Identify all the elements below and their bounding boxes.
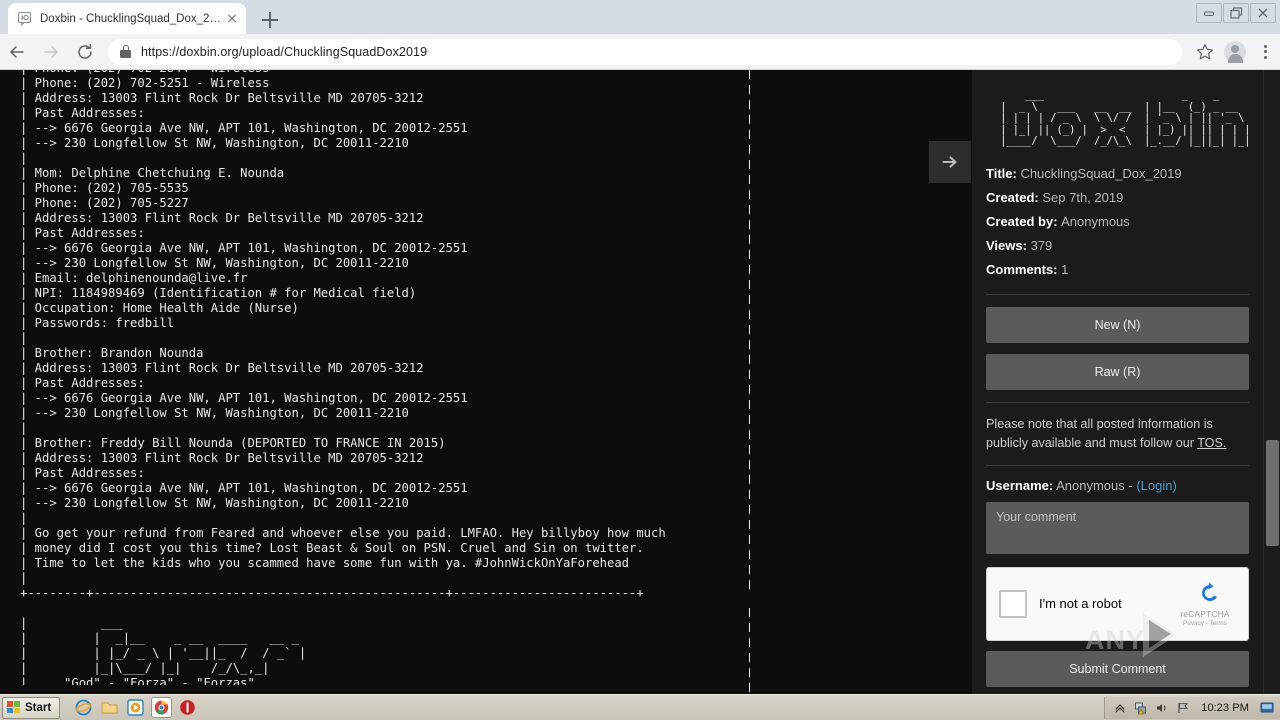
ascii-right-border-lower [749, 608, 750, 694]
new-tab-button[interactable] [256, 7, 284, 33]
metadata-row: Comments: 1 [986, 258, 1249, 282]
volume-icon[interactable] [1155, 701, 1169, 715]
recaptcha-brand: reCAPTCHA Privacy - Terms [1174, 581, 1236, 627]
start-label: Start [25, 701, 52, 714]
internet-explorer-icon[interactable] [74, 698, 93, 717]
forward-button[interactable] [34, 35, 68, 69]
bookmark-star-icon[interactable] [1190, 37, 1220, 67]
scroll-right-arrow-button[interactable] [929, 141, 971, 183]
metadata-row: Views: 379 [986, 234, 1249, 258]
page-viewport: | Phone: (202) 702-2844 - Wireless | Pho… [0, 70, 1280, 694]
window-controls [1196, 2, 1276, 24]
metadata-key: Title: [986, 165, 1021, 181]
metadata-row: Created by: Anonymous [986, 210, 1249, 234]
record-icon[interactable] [178, 698, 197, 717]
chrome-icon[interactable] [151, 697, 173, 718]
address-bar[interactable]: https://doxbin.org/upload/ChucklingSquad… [108, 38, 1182, 65]
url-text: https://doxbin.org/upload/ChucklingSquad… [141, 44, 428, 59]
recaptcha-widget[interactable]: I'm not a robot reCAPTCHA Privacy - Term… [986, 566, 1249, 641]
back-button[interactable] [0, 35, 34, 69]
divider [986, 401, 1249, 403]
post-sidebar: ___ _ _ | _ \ ___ __ __ | |__ (_) _ __ |… [972, 70, 1263, 694]
speech-bubble-favicon [17, 11, 32, 27]
lock-icon [120, 45, 131, 58]
ascii-right-border [749, 70, 750, 594]
file-explorer-icon[interactable] [100, 698, 119, 717]
quick-launch-bar [74, 697, 197, 718]
tab-title: Doxbin - ChucklingSquad_Dox_2019 [40, 12, 224, 25]
network-warning-icon[interactable] [1134, 701, 1148, 715]
chrome-menu-icon[interactable] [1250, 37, 1280, 67]
recaptcha-logo-icon [1188, 581, 1222, 607]
doxbin-ascii-logo: ___ _ _ | _ \ ___ __ __ | |__ (_) _ __ |… [1000, 89, 1251, 148]
browser-tab[interactable]: Doxbin - ChucklingSquad_Dox_2019 [8, 3, 246, 34]
windows-taskbar: Start 10:23 PM [0, 694, 1280, 720]
username-line: Username: Anonymous - (Login) [986, 478, 1249, 493]
browser-toolbar: https://doxbin.org/upload/ChucklingSquad… [0, 34, 1280, 70]
username-value: Anonymous [1056, 477, 1125, 493]
new-button[interactable]: New (N) [986, 306, 1249, 343]
metadata-value: Sep 7th, 2019 [1042, 189, 1124, 205]
username-label: Username: [986, 477, 1054, 493]
minimize-button[interactable] [1196, 3, 1222, 23]
dox-text-content: | Phone: (202) 702-2844 - Wireless | Pho… [20, 70, 666, 685]
metadata-row: Title: ChucklingSquad_Dox_2019 [986, 162, 1249, 186]
recaptcha-brand-text: reCAPTCHA [1180, 608, 1230, 619]
show-desktop-icon[interactable] [1260, 701, 1274, 715]
tos-notice: Please note that all posted information … [986, 415, 1249, 453]
metadata-value: 1 [1061, 261, 1069, 277]
media-player-icon[interactable] [126, 698, 145, 717]
comment-input[interactable] [986, 501, 1249, 554]
page-scrollbar[interactable] [1263, 70, 1280, 694]
tos-link[interactable]: TOS. [1197, 436, 1226, 450]
screen: Doxbin - ChucklingSquad_Dox_2019 https:/… [0, 0, 1280, 720]
recaptcha-label: I'm not a robot [1039, 596, 1122, 612]
reload-button[interactable] [68, 35, 102, 69]
start-button[interactable]: Start [2, 696, 61, 719]
divider [986, 293, 1249, 295]
metadata-row: Created: Sep 7th, 2019 [986, 186, 1249, 210]
divider [986, 464, 1249, 466]
show-hidden-icons-icon[interactable] [1113, 701, 1127, 715]
metadata-key: Comments: [986, 261, 1062, 277]
login-link[interactable]: (Login) [1136, 478, 1176, 493]
flag-icon[interactable] [1176, 701, 1190, 715]
metadata-key: Views: [986, 237, 1031, 253]
tab-strip: Doxbin - ChucklingSquad_Dox_2019 [0, 0, 1280, 34]
metadata-value: 379 [1030, 237, 1053, 253]
browser-window: Doxbin - ChucklingSquad_Dox_2019 https:/… [0, 0, 1280, 694]
page-scrollbar-thumb[interactable] [1266, 440, 1279, 546]
tos-notice-text: Please note that all posted information … [986, 416, 1213, 450]
metadata-key: Created: [986, 189, 1043, 205]
windows-flag-icon [7, 701, 21, 714]
close-icon[interactable] [224, 11, 240, 27]
post-metadata: Title: ChucklingSquad_Dox_2019 Created: S… [986, 162, 1249, 282]
metadata-value: Anonymous [1061, 213, 1130, 229]
recaptcha-terms-text: Privacy - Terms [1183, 619, 1227, 627]
profile-avatar[interactable] [1224, 40, 1246, 63]
username-separator: - [1124, 477, 1137, 493]
taskbar-clock[interactable]: 10:23 PM [1201, 702, 1249, 714]
submit-comment-button[interactable]: Submit Comment [986, 650, 1249, 687]
metadata-key: Created by: [986, 213, 1062, 229]
metadata-value: ChucklingSquad_Dox_2019 [1020, 165, 1182, 181]
close-button[interactable] [1250, 3, 1276, 23]
raw-button[interactable]: Raw (R) [986, 353, 1249, 390]
restore-button[interactable] [1223, 3, 1249, 23]
system-tray: 10:23 PM [1104, 696, 1280, 719]
recaptcha-checkbox[interactable] [999, 589, 1027, 618]
